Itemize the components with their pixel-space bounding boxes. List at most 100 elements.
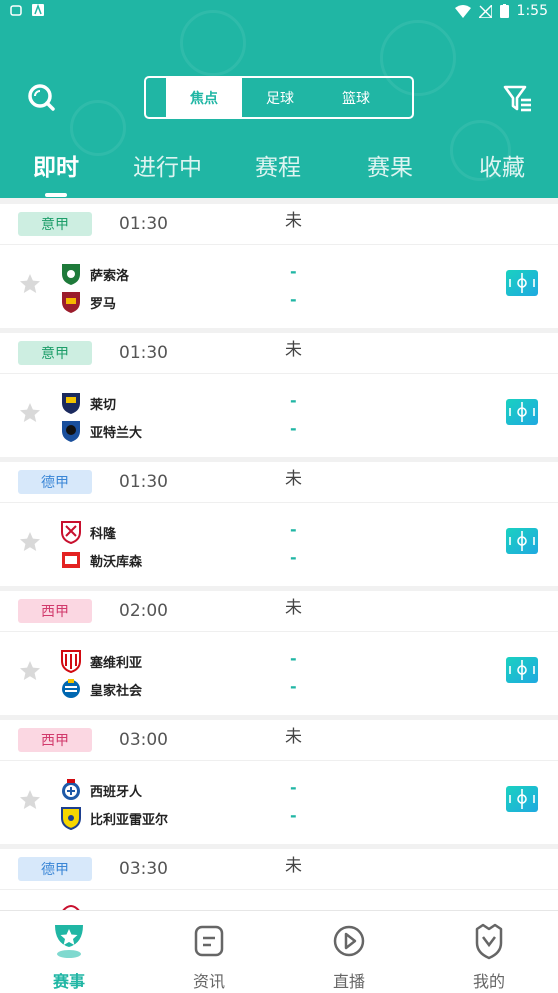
- home-team-logo-icon: [61, 650, 81, 673]
- match-status: 未: [285, 469, 302, 489]
- match-card[interactable]: 德甲 03:30 未: [0, 849, 558, 910]
- favorite-star-icon[interactable]: [18, 659, 42, 683]
- signal-icon: [478, 4, 492, 18]
- sport-segment-control: 焦点 足球 篮球: [144, 76, 414, 119]
- play-icon: [333, 925, 365, 957]
- segment-basketball[interactable]: 篮球: [318, 78, 394, 117]
- home-team-name: 科隆: [90, 526, 117, 542]
- league-badge: 德甲: [18, 857, 92, 881]
- match-time: 01:30: [119, 343, 168, 363]
- match-time: 01:30: [119, 472, 168, 492]
- home-team-name: 萨索洛: [90, 268, 130, 284]
- segment-football[interactable]: 足球: [242, 78, 318, 117]
- tab-results[interactable]: 赛果: [367, 148, 413, 182]
- bottom-nav: 赛事 资讯 直播 我的: [0, 910, 558, 993]
- filter-icon[interactable]: [502, 82, 534, 114]
- home-team: 莱切: [60, 390, 116, 416]
- news-icon: [194, 925, 224, 957]
- away-score: -: [290, 677, 297, 696]
- home-team: 塞维利亚: [60, 648, 142, 674]
- away-team-logo-icon: [62, 679, 80, 698]
- match-card[interactable]: 西甲 03:00 未 西班牙人 比利亚雷亚尔 - -: [0, 720, 558, 844]
- match-card-header: 德甲 01:30 未: [0, 462, 558, 503]
- home-team: 科隆: [60, 519, 116, 545]
- favorite-star-icon[interactable]: [18, 272, 42, 296]
- nav-news[interactable]: 资讯: [159, 911, 259, 993]
- away-score: -: [290, 419, 297, 438]
- wifi-icon: [454, 4, 471, 18]
- away-score: -: [290, 290, 297, 309]
- home-score: -: [290, 262, 297, 281]
- away-team: 勒沃库森: [60, 547, 142, 573]
- home-score: -: [290, 649, 297, 668]
- favorite-star-icon[interactable]: [18, 788, 42, 812]
- pitch-analysis-icon[interactable]: [506, 657, 538, 683]
- match-card-header: 意甲 01:30 未: [0, 204, 558, 245]
- favorite-star-icon[interactable]: [18, 530, 42, 554]
- league-badge: 西甲: [18, 599, 92, 623]
- match-card[interactable]: 意甲 01:30 未 萨索洛 罗马 - -: [0, 204, 558, 328]
- away-team: 皇家社会: [60, 676, 142, 702]
- nav-label: 赛事: [52, 972, 85, 991]
- tab-schedule[interactable]: 赛程: [255, 148, 301, 182]
- away-team-name: 皇家社会: [90, 683, 143, 699]
- away-team: 比利亚雷亚尔: [60, 805, 168, 831]
- home-team-logo-icon: [62, 905, 80, 910]
- match-card-header: 西甲 02:00 未: [0, 591, 558, 632]
- tab-favorites[interactable]: 收藏: [479, 148, 525, 182]
- home-score: -: [290, 391, 297, 410]
- nav-profile[interactable]: 我的: [439, 911, 539, 993]
- league-badge: 意甲: [18, 212, 92, 236]
- nav-label: 我的: [472, 972, 505, 991]
- match-card-header: 意甲 01:30 未: [0, 333, 558, 374]
- pitch-analysis-icon[interactable]: [506, 399, 538, 425]
- match-status: 未: [285, 598, 302, 618]
- trophy-icon: [55, 925, 83, 958]
- away-team-logo-icon: [62, 292, 80, 313]
- league-badge: 西甲: [18, 728, 92, 752]
- notification-icon: [10, 5, 22, 16]
- search-icon[interactable]: [26, 82, 58, 114]
- away-team-logo-icon: [61, 807, 81, 830]
- home-team-logo-icon: [62, 779, 80, 800]
- match-card[interactable]: 意甲 01:30 未 莱切 亚特兰大 - -: [0, 333, 558, 457]
- tab-live[interactable]: 即时: [33, 148, 79, 182]
- pitch-analysis-icon[interactable]: [506, 786, 538, 812]
- league-badge: 德甲: [18, 470, 92, 494]
- pitch-analysis-icon[interactable]: [506, 528, 538, 554]
- pitch-analysis-icon[interactable]: [506, 270, 538, 296]
- home-team-logo-icon: [62, 264, 80, 285]
- home-team-logo-icon: [61, 521, 81, 544]
- nav-label: 资讯: [192, 972, 225, 991]
- match-card[interactable]: 德甲 01:30 未 科隆 勒沃库森 - -: [0, 462, 558, 586]
- nav-matches[interactable]: 赛事: [19, 911, 119, 993]
- home-score: -: [290, 778, 297, 797]
- favorite-star-icon[interactable]: [18, 401, 42, 425]
- away-score: -: [290, 806, 297, 825]
- active-tab-indicator: [45, 193, 67, 197]
- match-list[interactable]: 意甲 01:30 未 萨索洛 罗马 - - 意甲 01:30 未 莱切 亚特兰大…: [0, 204, 558, 910]
- away-score: -: [290, 548, 297, 567]
- app-icon: [32, 4, 44, 16]
- away-team-name: 比利亚雷亚尔: [90, 812, 169, 828]
- match-status: 未: [285, 211, 302, 231]
- nav-label: 直播: [332, 972, 365, 991]
- away-team-name: 亚特兰大: [90, 425, 143, 441]
- tab-in-progress[interactable]: 进行中: [133, 148, 202, 182]
- home-team: 萨索洛: [60, 261, 129, 287]
- home-score: -: [290, 520, 297, 539]
- segment-focus[interactable]: 焦点: [166, 78, 242, 117]
- match-card[interactable]: 西甲 02:00 未 塞维利亚 皇家社会 - -: [0, 591, 558, 715]
- home-team-name: 西班牙人: [90, 784, 143, 800]
- home-team-name: 塞维利亚: [90, 655, 143, 671]
- match-time: 02:00: [119, 601, 168, 621]
- battery-icon: [499, 4, 509, 18]
- match-time: 01:30: [119, 214, 168, 234]
- home-team: 西班牙人: [60, 777, 142, 803]
- status-bar: 1:55: [0, 0, 558, 24]
- nav-live[interactable]: 直播: [299, 911, 399, 993]
- home-team-logo-icon: [62, 393, 80, 414]
- match-status: 未: [285, 727, 302, 747]
- tab-bar: 即时 进行中 赛程 赛果 收藏: [0, 148, 558, 188]
- away-team-name: 勒沃库森: [90, 554, 143, 570]
